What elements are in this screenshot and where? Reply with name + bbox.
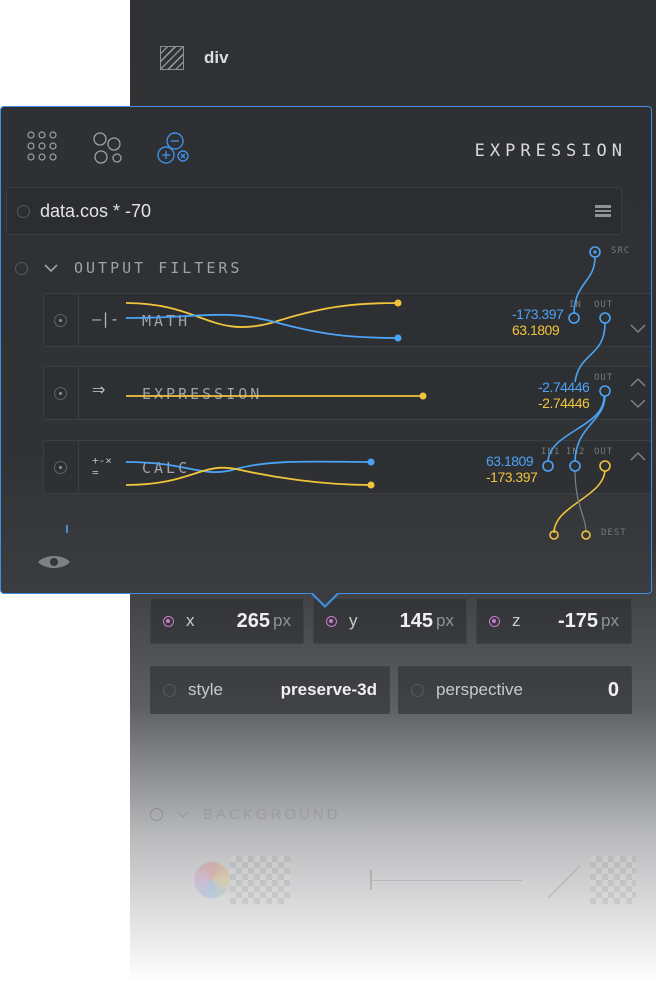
element-type-icon bbox=[160, 46, 184, 70]
z-unit: px bbox=[601, 611, 619, 630]
calc-port-out-circle bbox=[599, 460, 611, 472]
perspective-value[interactable]: 0 bbox=[608, 679, 619, 702]
background-gradient-editor[interactable] bbox=[150, 856, 636, 904]
chevron-down-icon bbox=[177, 810, 189, 818]
background-section-label: BACKGROUND bbox=[203, 806, 341, 823]
calc-wire-blue bbox=[125, 460, 372, 474]
transform-x-field[interactable]: x 265 px bbox=[150, 598, 304, 644]
gradient-track bbox=[372, 880, 522, 881]
x-unit: px bbox=[273, 611, 291, 630]
element-header: div bbox=[160, 46, 229, 70]
math-wire-yellow bbox=[125, 302, 399, 328]
math-node-blue bbox=[394, 334, 402, 342]
perspective-radio[interactable] bbox=[411, 683, 424, 697]
perspective-field[interactable]: perspective 0 bbox=[398, 666, 632, 714]
style-value[interactable]: preserve-3d bbox=[281, 680, 377, 700]
color-wheel-icon[interactable] bbox=[194, 862, 230, 898]
calc-node-yellow bbox=[367, 481, 375, 489]
x-value[interactable]: 265 bbox=[237, 610, 270, 633]
color-swatch[interactable] bbox=[230, 856, 290, 904]
transform-z-field[interactable]: z -175 px bbox=[476, 598, 632, 644]
math-port-in-circle bbox=[568, 312, 580, 324]
gradient-angle-icon[interactable] bbox=[546, 864, 582, 900]
calc-port-in1-circle bbox=[542, 460, 554, 472]
perspective-label: perspective bbox=[436, 680, 523, 699]
x-label: x bbox=[186, 611, 195, 630]
calc-port-in2-circle bbox=[569, 460, 581, 472]
y-label: y bbox=[349, 611, 358, 630]
popup-pointer-fill bbox=[312, 592, 338, 605]
calc-node-blue bbox=[367, 458, 375, 466]
z-label: z bbox=[512, 611, 521, 630]
dest-label: DEST bbox=[601, 528, 627, 538]
y-value[interactable]: 145 bbox=[400, 610, 433, 633]
y-unit: px bbox=[436, 611, 454, 630]
y-radio[interactable] bbox=[326, 615, 337, 627]
math-port-out-circle bbox=[599, 312, 611, 324]
eye-icon[interactable] bbox=[37, 553, 71, 571]
style-label: style bbox=[188, 680, 223, 699]
z-value[interactable]: -175 bbox=[558, 610, 598, 633]
style-field[interactable]: style preserve-3d bbox=[150, 666, 390, 714]
z-radio[interactable] bbox=[489, 615, 500, 627]
element-title: div bbox=[204, 48, 229, 67]
transparent-swatch[interactable] bbox=[590, 856, 636, 904]
math-node-yellow bbox=[394, 299, 402, 307]
math-wire-blue bbox=[125, 313, 399, 339]
expression-popup: EXPRESSION data.cos * -70 OUTPUT FILTERS… bbox=[0, 106, 652, 594]
expression-node-yellow bbox=[419, 392, 427, 400]
filter-wires bbox=[66, 246, 611, 540]
x-radio[interactable] bbox=[163, 615, 174, 627]
src-label: SRC bbox=[611, 246, 631, 256]
background-section-header[interactable]: BACKGROUND bbox=[150, 806, 341, 823]
calc-wire-yellow bbox=[125, 466, 372, 486]
background-radio[interactable] bbox=[150, 808, 163, 821]
style-radio[interactable] bbox=[163, 683, 176, 697]
expression-port-out-circle bbox=[599, 385, 611, 397]
